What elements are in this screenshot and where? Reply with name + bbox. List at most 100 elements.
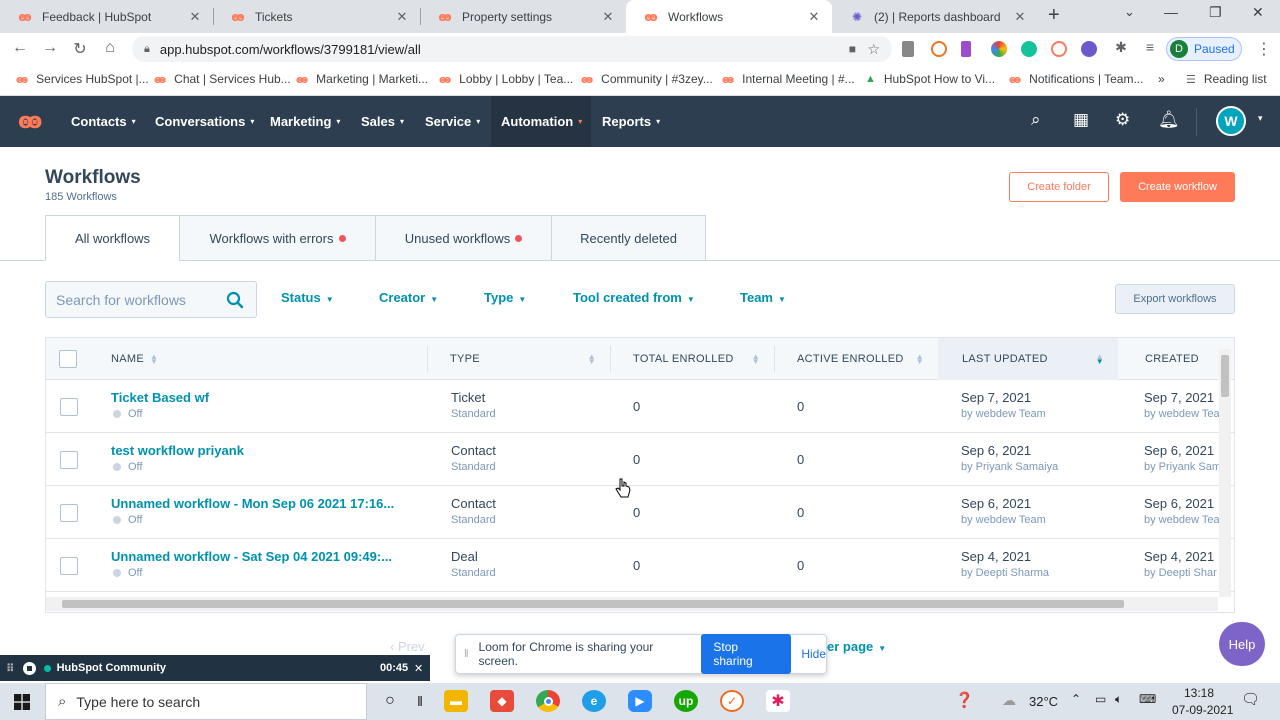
row-checkbox[interactable] — [60, 451, 78, 469]
minimize-icon[interactable]: — — [1164, 4, 1178, 20]
chrome-icon[interactable] — [536, 690, 560, 712]
window-close-icon[interactable]: ✕ — [1252, 4, 1264, 21]
hubspot-logo-icon[interactable]: ꙭ — [18, 108, 42, 134]
bookmark-item[interactable]: ▲ HubSpot How to Vi... — [865, 72, 995, 86]
reading-list[interactable]: ☰ Reading list — [1186, 72, 1267, 86]
close-icon[interactable]: ✕ — [806, 9, 822, 25]
bookmark-item[interactable]: ꙭ Services HubSpot |... — [16, 72, 149, 86]
workflow-name-link[interactable]: test workflow priyank — [111, 443, 244, 458]
column-header-type[interactable]: TYPE ▲ ▼ — [428, 338, 610, 380]
gear-icon[interactable]: ⚙ — [1115, 110, 1130, 130]
scrollbar-thumb[interactable] — [1221, 355, 1229, 397]
extension-icon[interactable] — [931, 41, 947, 57]
new-tab-icon[interactable]: + — [1048, 4, 1060, 27]
star-icon[interactable]: ☆ — [867, 41, 880, 58]
account-avatar[interactable]: W — [1216, 106, 1246, 136]
hide-button[interactable]: Hide — [801, 647, 826, 661]
bookmark-item[interactable]: ꙭ Community | #3zey... — [581, 72, 713, 86]
task-view-icon[interactable]: ‖ — [408, 690, 432, 712]
prev-page-button[interactable]: ‹ Prev — [390, 639, 425, 654]
stop-sharing-button[interactable]: Stop sharing — [701, 634, 792, 674]
bookmark-item[interactable]: ꙭ Notifications | Team... — [1009, 72, 1143, 86]
create-folder-button[interactable]: Create folder — [1009, 172, 1109, 202]
drag-handle-icon[interactable]: ⠿ — [6, 662, 15, 675]
profile-button[interactable]: D Paused — [1166, 37, 1242, 61]
close-icon[interactable]: ✕ — [394, 9, 410, 25]
bookmark-item[interactable]: ꙭ Lobby | Lobby | Tea... — [439, 72, 573, 86]
nav-service[interactable]: Service ▾ — [415, 96, 490, 147]
clock-date[interactable]: 07-09-2021 — [1172, 703, 1233, 717]
select-all-checkbox[interactable] — [59, 350, 77, 368]
timer-app-icon[interactable]: ✓ — [720, 690, 744, 712]
filter-status[interactable]: Status ▼ — [281, 290, 334, 305]
column-header-name[interactable]: NAME ▲ ▼ — [89, 338, 427, 380]
workflow-name-link[interactable]: Ticket Based wf — [111, 390, 209, 405]
scrollbar-thumb[interactable] — [62, 600, 1124, 608]
slack-icon[interactable]: ✱ — [766, 690, 790, 712]
table-row[interactable]: Unnamed workflow - Mon Sep 06 2021 17:16… — [46, 486, 1234, 539]
reload-icon[interactable]: ↻ — [70, 39, 90, 59]
chevron-down-icon[interactable]: ▾ — [1258, 113, 1263, 124]
tab-workflows-with-errors[interactable]: Workflows with errors — [179, 215, 376, 261]
search-input[interactable]: Search for workflows — [45, 281, 257, 318]
more-bookmarks-icon[interactable]: » — [1158, 72, 1165, 86]
tab-search-icon[interactable]: ⌄ — [1124, 4, 1135, 20]
filter-type[interactable]: Type ▼ — [484, 290, 526, 305]
tab-unused-workflows[interactable]: Unused workflows — [375, 215, 552, 261]
help-tray-icon[interactable]: ❓ — [955, 691, 974, 709]
filter-creator[interactable]: Creator ▼ — [379, 290, 438, 305]
bookmark-item[interactable]: ꙭ Internal Meeting | #... — [722, 72, 855, 86]
url-bar[interactable]: 🔒︎ app.hubspot.com/workflows/3799181/vie… — [132, 36, 892, 62]
nav-reports[interactable]: Reports ▾ — [592, 96, 670, 147]
filter-team[interactable]: Team ▼ — [740, 290, 786, 305]
marketplace-icon[interactable]: ▦ — [1073, 110, 1089, 130]
workflow-name-link[interactable]: Unnamed workflow - Mon Sep 06 2021 17:16… — [111, 496, 394, 511]
notifications-icon[interactable]: 🗨︎ — [1241, 690, 1260, 708]
nav-conversations[interactable]: Conversations ▾ — [145, 96, 264, 147]
column-header-last-updated[interactable]: LAST UPDATED ▲ ▼ — [938, 338, 1118, 380]
windows-start-icon[interactable] — [14, 694, 30, 710]
row-checkbox[interactable] — [60, 398, 78, 416]
bookmark-item[interactable]: ꙭ Marketing | Marketi... — [296, 72, 428, 86]
app-icon[interactable]: ◆ — [490, 690, 514, 712]
browser-tab-workflows[interactable]: ꙭ Workflows ✕ — [626, 0, 832, 33]
export-workflows-button[interactable]: Export workflows — [1115, 284, 1235, 314]
tab-all-workflows[interactable]: All workflows — [45, 215, 180, 261]
browser-tab-tickets[interactable]: ꙭ Tickets ✕ — [213, 0, 420, 33]
browser-tab-reports[interactable]: ✺ (2) | Reports dashboard ✕ — [832, 0, 1038, 33]
extension-icon[interactable] — [1051, 41, 1067, 57]
drag-handle-icon[interactable]: ‖ — [464, 648, 469, 660]
column-header-created[interactable]: CREATED — [1118, 338, 1234, 380]
zoom-icon[interactable]: ▶ — [628, 690, 652, 712]
temperature[interactable]: 32°C — [1029, 694, 1058, 709]
nav-sales[interactable]: Sales ▾ — [351, 96, 414, 147]
extensions-puzzle-icon[interactable]: ✱ — [1111, 39, 1131, 56]
clock-time[interactable]: 13:18 — [1184, 686, 1214, 700]
table-row[interactable]: Unnamed workflow - Sat Sep 04 2021 09:49… — [46, 539, 1234, 592]
table-row[interactable]: test workflow priyank Off Contact Standa… — [46, 433, 1234, 486]
taskbar-search-input[interactable]: ⌕ Type here to search — [45, 683, 367, 720]
speaker-icon[interactable]: 🔈︎ — [1115, 692, 1122, 707]
help-button[interactable]: Help — [1219, 622, 1265, 666]
row-checkbox[interactable] — [60, 504, 78, 522]
file-explorer-icon[interactable]: ▬ — [444, 690, 468, 712]
media-icon[interactable]: ≡ — [1140, 39, 1160, 55]
grammarly-icon[interactable] — [1021, 41, 1037, 57]
maximize-icon[interactable]: ❐ — [1209, 4, 1222, 21]
home-icon[interactable]: ⌂ — [100, 39, 120, 57]
stop-recording-icon[interactable] — [22, 661, 36, 675]
menu-icon[interactable]: ⋮ — [1254, 39, 1274, 59]
filter-tool-created-from[interactable]: Tool created from ▼ — [573, 290, 695, 305]
vertical-scrollbar[interactable] — [1219, 349, 1231, 597]
browser-tab-feedback[interactable]: ꙭ Feedback | HubSpot ✕ — [0, 0, 213, 33]
back-icon[interactable]: ← — [10, 39, 30, 57]
workflow-name-link[interactable]: Unnamed workflow - Sat Sep 04 2021 09:49… — [111, 549, 392, 564]
forward-icon[interactable]: → — [40, 39, 60, 57]
bookmark-item[interactable]: ꙭ Chat | Services Hub... — [154, 72, 291, 86]
row-checkbox[interactable] — [60, 557, 78, 575]
extension-icon[interactable] — [1081, 41, 1097, 57]
close-icon[interactable]: ✕ — [1012, 9, 1028, 25]
horizontal-scrollbar[interactable] — [46, 597, 1218, 611]
column-header-active-enrolled[interactable]: ACTIVE ENROLLED ▲ ▼ — [775, 338, 938, 380]
upwork-icon[interactable]: up — [674, 690, 698, 712]
